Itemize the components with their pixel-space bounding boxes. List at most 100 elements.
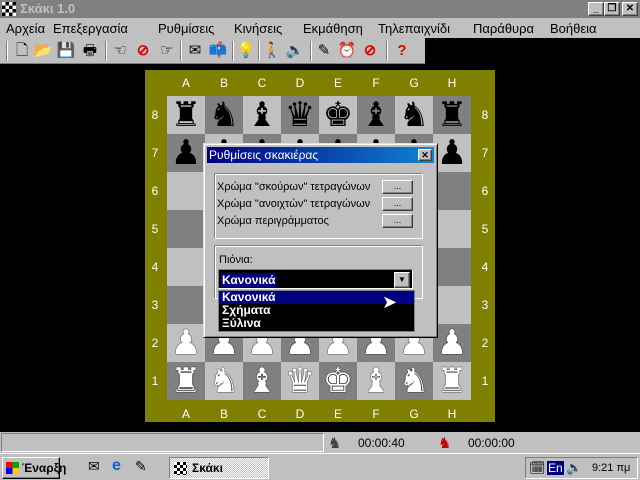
square-a5[interactable]	[167, 210, 205, 248]
close-button[interactable]: ✕	[622, 2, 638, 16]
dark-squares-color-button[interactable]: ...	[382, 180, 413, 194]
new-icon[interactable]: 🗋	[12, 42, 32, 60]
black-rook-piece[interactable]: ♜	[437, 95, 467, 135]
white-knight-piece[interactable]: ♞	[399, 361, 429, 401]
square-h8[interactable]: ♜	[433, 96, 471, 134]
square-h5[interactable]	[433, 210, 471, 248]
menu-4[interactable]: Εκμάθηση	[303, 21, 363, 36]
outlook-express-icon[interactable]: ✉	[88, 458, 100, 475]
black-clock: 00:00:00	[468, 436, 515, 450]
volume-icon[interactable]: 🔈	[566, 460, 582, 476]
square-h2[interactable]: ♟	[433, 324, 471, 362]
language-indicator[interactable]: En	[547, 461, 564, 475]
white-rook-piece[interactable]: ♜	[171, 361, 201, 401]
mailbox-icon[interactable]: 📫	[208, 42, 228, 60]
square-h6[interactable]	[433, 172, 471, 210]
sound-icon[interactable]: 🔊	[285, 42, 305, 60]
pawns-combo[interactable]: Κανονικά ▼	[218, 269, 413, 289]
restore-button[interactable]: ❐	[604, 2, 620, 16]
black-bishop-piece[interactable]: ♝	[361, 95, 391, 135]
black-knight-piece[interactable]: ♞	[209, 95, 239, 135]
forward-icon[interactable]: ☞	[157, 42, 177, 60]
light-squares-color-button[interactable]: ...	[382, 197, 413, 211]
square-a8[interactable]: ♜	[167, 96, 205, 134]
square-a4[interactable]	[167, 248, 205, 286]
square-b8[interactable]: ♞	[205, 96, 243, 134]
black-knight-piece[interactable]: ♞	[399, 95, 429, 135]
no-clock-icon[interactable]: ⊘	[360, 42, 380, 60]
save-icon[interactable]: 💾	[56, 42, 76, 60]
square-g1[interactable]: ♞	[395, 362, 433, 400]
square-e8[interactable]: ♚	[319, 96, 357, 134]
take-back-icon[interactable]: ☜	[110, 42, 130, 60]
clock-icon[interactable]: ⏰	[337, 42, 357, 60]
file-label-b: B	[219, 76, 228, 90]
black-king-piece[interactable]: ♚	[323, 95, 353, 135]
square-h4[interactable]	[433, 248, 471, 286]
square-e1[interactable]: ♚	[319, 362, 357, 400]
edit-icon[interactable]: ✎	[314, 42, 334, 60]
white-pawn-piece[interactable]: ♟	[171, 323, 201, 363]
square-a3[interactable]	[167, 286, 205, 324]
stop-icon[interactable]: ⊘	[133, 42, 153, 60]
square-a2[interactable]: ♟	[167, 324, 205, 362]
rank-label-4: 4	[151, 260, 159, 274]
square-a1[interactable]: ♜	[167, 362, 205, 400]
square-d1[interactable]: ♛	[281, 362, 319, 400]
black-rook-piece[interactable]: ♜	[171, 95, 201, 135]
rank-label-3: 3	[151, 298, 159, 312]
square-h3[interactable]	[433, 286, 471, 324]
white-rook-piece[interactable]: ♜	[437, 361, 467, 401]
menu-0[interactable]: Αρχεία	[6, 21, 45, 36]
print-icon[interactable]: 🖶	[80, 42, 100, 60]
internet-explorer-icon[interactable]: e	[112, 457, 121, 475]
scheduler-icon[interactable]: 🗓	[529, 460, 546, 476]
menu-1[interactable]: Επεξεργασία	[53, 21, 128, 36]
show-desktop-icon[interactable]: ✎	[135, 458, 147, 475]
menu-3[interactable]: Κινήσεις	[234, 21, 282, 36]
square-h7[interactable]: ♟	[433, 134, 471, 172]
pawns-option-wooden[interactable]: Ξύλινα	[219, 317, 414, 330]
taskbar-task-chess[interactable]: Σκάκι	[169, 457, 269, 479]
rank-label-6: 6	[151, 184, 159, 198]
minimize-button[interactable]: _	[588, 2, 604, 16]
white-bishop-piece[interactable]: ♝	[247, 361, 277, 401]
help-icon[interactable]: ?	[392, 42, 412, 60]
chevron-down-icon[interactable]: ▼	[394, 272, 410, 288]
white-king-piece[interactable]: ♚	[323, 361, 353, 401]
clock[interactable]: 9:21 πμ	[592, 462, 630, 474]
black-pawn-piece[interactable]: ♟	[171, 133, 201, 173]
square-d8[interactable]: ♛	[281, 96, 319, 134]
menu-2[interactable]: Ρυθμίσεις	[158, 21, 214, 36]
square-g8[interactable]: ♞	[395, 96, 433, 134]
dialog-close-button[interactable]: ✕	[418, 149, 432, 161]
border-color-button[interactable]: ...	[382, 214, 413, 228]
white-pawn-piece[interactable]: ♟	[437, 323, 467, 363]
square-a7[interactable]: ♟	[167, 134, 205, 172]
black-pawn-piece[interactable]: ♟	[437, 133, 467, 173]
square-f8[interactable]: ♝	[357, 96, 395, 134]
start-button[interactable]: Έναρξη	[2, 457, 66, 479]
black-bishop-piece[interactable]: ♝	[247, 95, 277, 135]
square-h1[interactable]: ♜	[433, 362, 471, 400]
white-bishop-piece[interactable]: ♝	[361, 361, 391, 401]
open-icon[interactable]: 📂	[33, 42, 53, 60]
window-title: Σκάκι 1.0	[20, 1, 76, 16]
menu-6[interactable]: Παράθυρα	[473, 21, 534, 36]
white-knight-piece[interactable]: ♞	[209, 361, 239, 401]
message-icon[interactable]: ✉	[185, 42, 205, 60]
hint-bulb-icon[interactable]: 💡	[236, 42, 256, 60]
menu-7[interactable]: Βοήθεια	[550, 21, 597, 36]
menu-5[interactable]: Τηλεπαιχνίδι	[378, 21, 450, 36]
square-b1[interactable]: ♞	[205, 362, 243, 400]
move-icon[interactable]: 🚶	[262, 42, 282, 60]
white-queen-piece[interactable]: ♛	[285, 361, 315, 401]
square-c8[interactable]: ♝	[243, 96, 281, 134]
toolbar: 🗋 📂 💾 🖶 ☜ ⊘ ☞ ✉ 📫 💡 🚶 🔊 ✎ ⏰ ⊘?	[0, 38, 425, 64]
square-f1[interactable]: ♝	[357, 362, 395, 400]
system-tray: 🗓 En 🔈 9:21 πμ	[525, 457, 638, 479]
black-queen-piece[interactable]: ♛	[285, 95, 315, 135]
square-c1[interactable]: ♝	[243, 362, 281, 400]
rank-label-2: 2	[151, 336, 159, 350]
square-a6[interactable]	[167, 172, 205, 210]
